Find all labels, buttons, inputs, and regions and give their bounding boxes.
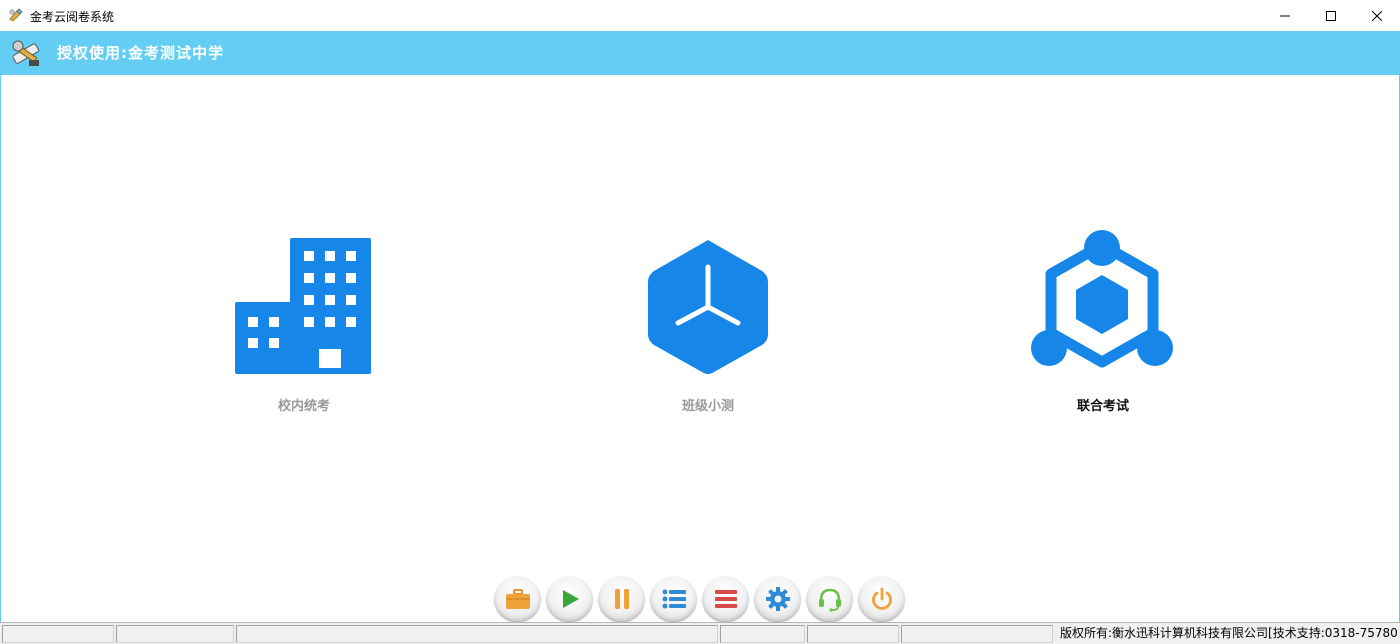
mode-label: 联合考试 bbox=[1076, 399, 1129, 414]
bottom-toolbar bbox=[495, 577, 904, 621]
play-icon bbox=[562, 590, 579, 608]
network-hexagon-icon bbox=[1031, 230, 1173, 368]
exam-tools-icon bbox=[12, 40, 40, 66]
status-segment bbox=[116, 625, 234, 643]
power-button[interactable] bbox=[859, 577, 904, 621]
status-segment bbox=[901, 625, 1053, 643]
gear-icon bbox=[765, 587, 790, 611]
minimize-icon bbox=[1280, 15, 1290, 16]
authorization-text: 授权使用:金考测试中学 bbox=[57, 44, 224, 62]
close-icon bbox=[1372, 10, 1382, 21]
play-button[interactable] bbox=[547, 577, 592, 621]
settings-button[interactable] bbox=[755, 577, 800, 621]
status-segment bbox=[720, 625, 805, 643]
minimize-button[interactable] bbox=[1262, 0, 1308, 31]
mode-school-exam[interactable]: 校内统考 bbox=[204, 225, 404, 420]
main-area: 校内统考 班级小测 联合考试 bbox=[0, 75, 1400, 622]
power-icon bbox=[871, 587, 892, 610]
briefcase-button[interactable] bbox=[495, 577, 540, 621]
window-title: 金考云阅卷系统 bbox=[30, 10, 115, 24]
status-segment bbox=[2, 625, 114, 643]
app-icon bbox=[9, 8, 23, 22]
pause-icon bbox=[614, 589, 629, 609]
mode-joint-exam[interactable]: 联合考试 bbox=[1003, 225, 1203, 420]
title-bar: 金考云阅卷系统 bbox=[0, 0, 1400, 31]
header-band: 授权使用:金考测试中学 bbox=[0, 31, 1400, 75]
menu-button[interactable] bbox=[703, 577, 748, 621]
building-icon bbox=[235, 238, 371, 374]
maximize-button[interactable] bbox=[1308, 0, 1354, 31]
maximize-icon bbox=[1326, 10, 1336, 21]
status-bar: 版权所有:衡水迅科计算机科技有限公司[技术支持:0318-7578071] bbox=[0, 622, 1400, 644]
briefcase-icon bbox=[505, 589, 530, 609]
menu-icon bbox=[714, 590, 737, 608]
list-icon bbox=[662, 589, 686, 609]
mode-label: 班级小测 bbox=[681, 399, 734, 414]
status-segment bbox=[236, 625, 718, 643]
mode-class-quiz[interactable]: 班级小测 bbox=[608, 225, 808, 420]
mode-label: 校内统考 bbox=[277, 399, 330, 414]
close-button[interactable] bbox=[1354, 0, 1400, 31]
copyright-text: 版权所有:衡水迅科计算机科技有限公司[技术支持:0318-7578071] bbox=[1060, 626, 1398, 640]
support-button[interactable] bbox=[807, 577, 852, 621]
hexagon-tripod-icon bbox=[648, 240, 768, 374]
list-button[interactable] bbox=[651, 577, 696, 621]
pause-button[interactable] bbox=[599, 577, 644, 621]
headset-icon bbox=[818, 588, 841, 612]
status-segment bbox=[807, 625, 899, 643]
